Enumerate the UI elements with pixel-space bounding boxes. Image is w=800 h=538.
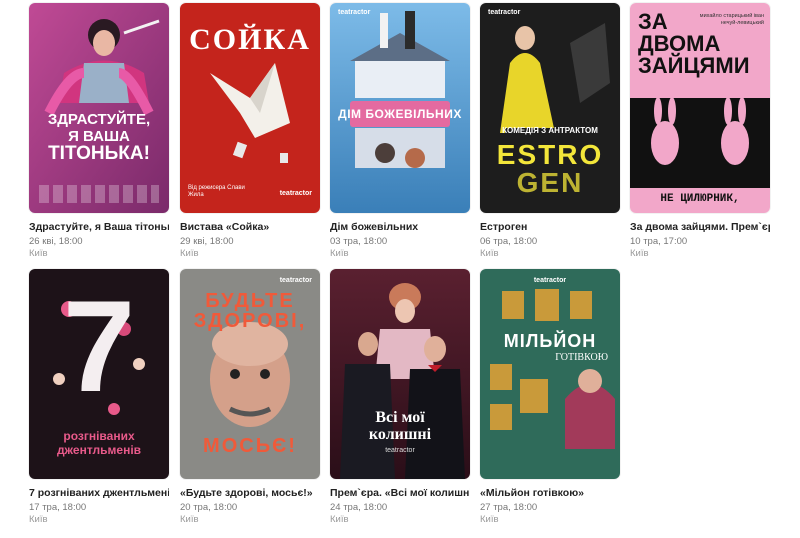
event-title[interactable]: «Мільйон готівкою» [480, 487, 620, 500]
poster-title-line: ЗАЙЦЯМИ [638, 53, 750, 78]
events-grid: ЗДРАСТУЙТЕ, Я ВАША ТІТОНЬКА! Здрастуйте,… [0, 0, 800, 538]
event-city: Київ [330, 514, 349, 525]
event-card[interactable]: teatractor МІЛЬЙОН ГОТІВКОЮ «Мільйон гот… [480, 269, 620, 526]
poster-brand: teatractor [338, 9, 371, 16]
event-city: Київ [180, 514, 199, 525]
event-date: 29 кві, 18:00 [180, 236, 234, 247]
event-date: 27 тра, 18:00 [480, 502, 538, 513]
poster-brand: teatractor [385, 447, 415, 454]
event-card[interactable]: Всі мої колишні teatractor Прем`єра. «Вс… [330, 269, 470, 526]
event-city: Київ [630, 248, 649, 259]
event-poster[interactable]: teatractor БУДЬТЕ ЗДОРОВІ, МОСЬЄ! [180, 269, 320, 479]
event-title[interactable]: Прем`єра. «Всі мої колишні» [330, 487, 470, 500]
event-title[interactable]: 7 розгніваних джентльменів [29, 487, 169, 500]
poster-footer: НЕ ЦИЛЮРНИК, [660, 193, 740, 205]
event-title[interactable]: Дім божевільних [330, 221, 470, 234]
poster-title-line: GEN [516, 167, 584, 198]
poster-authors: михайло старицький іван нечуй-левицький [699, 13, 764, 26]
event-city: Київ [330, 248, 349, 259]
event-poster[interactable]: Всі мої колишні teatractor [330, 269, 470, 479]
poster-title-line: БУДЬТЕ [205, 290, 295, 312]
poster-title-line: ТІТОНЬКА! [48, 143, 150, 164]
poster-brand: teatractor [279, 190, 312, 197]
event-title[interactable]: Здрастуйте, я Ваша тітонька! [29, 221, 169, 234]
event-date: 26 кві, 18:00 [29, 236, 83, 247]
poster-image [29, 3, 169, 213]
poster-image [480, 269, 620, 479]
poster-title-line: Всі мої [375, 409, 425, 426]
poster-title-line: ЗДОРОВІ, [193, 310, 307, 332]
event-title[interactable]: Вистава «Сойка» [180, 221, 320, 234]
poster-title-line: ДВОМА [638, 31, 721, 56]
event-title[interactable]: За двома зайцями. Прем`єра [630, 221, 770, 234]
poster-title-line: розгніваних [63, 429, 135, 443]
event-date: 06 тра, 18:00 [480, 236, 538, 247]
poster-title-line: МІЛЬЙОН [503, 331, 597, 351]
poster-number: 7 [62, 273, 136, 419]
poster-brand: teatractor [279, 277, 312, 284]
event-date: 20 тра, 18:00 [180, 502, 238, 513]
event-date: 17 тра, 18:00 [29, 502, 87, 513]
event-card[interactable]: teatractor БУДЬТЕ ЗДОРОВІ, МОСЬЄ! «Будьт… [180, 269, 320, 526]
poster-brand: teatractor [533, 277, 567, 284]
poster-title-line: джентльменів [56, 443, 142, 457]
event-card[interactable]: ЗДРАСТУЙТЕ, Я ВАША ТІТОНЬКА! Здрастуйте,… [29, 3, 169, 260]
poster-title-line: ESTRO [496, 139, 604, 170]
event-card[interactable]: 7 розгніваних джентльменів 7 розгніваних… [29, 269, 169, 526]
poster-title: ДІМ БОЖЕВІЛЬНИХ [338, 107, 462, 121]
poster-title-line: ЗДРАСТУЙТЕ, [47, 111, 151, 128]
poster-director: Від режисера Слави Жила [188, 185, 245, 198]
poster-title-line: ГОТІВКОЮ [555, 352, 608, 363]
poster-title-line: колишні [368, 426, 432, 443]
event-poster[interactable]: 7 розгніваних джентльменів [29, 269, 169, 479]
event-city: Київ [29, 514, 48, 525]
event-date: 24 тра, 18:00 [330, 502, 388, 513]
event-poster[interactable]: ЗДРАСТУЙТЕ, Я ВАША ТІТОНЬКА! [29, 3, 169, 213]
event-poster[interactable]: teatractor ДІМ БОЖЕВІЛЬНИХ [330, 3, 470, 213]
event-poster[interactable]: teatractor МІЛЬЙОН ГОТІВКОЮ [480, 269, 620, 479]
event-city: Київ [29, 248, 48, 259]
event-poster[interactable]: ЗА ДВОМА ЗАЙЦЯМИ михайло старицький іван… [630, 3, 770, 213]
event-city: Київ [480, 514, 499, 525]
event-title[interactable]: Естроген [480, 221, 620, 234]
event-title[interactable]: «Будьте здорові, мосьє!» [180, 487, 320, 500]
poster-title-line: МОСЬЄ! [203, 435, 297, 457]
event-poster[interactable]: СОЙКА Від режисера Слави Жила teatractor [180, 3, 320, 213]
event-city: Київ [480, 248, 499, 259]
event-poster[interactable]: teatractor КОМЕДІЯ З АНТРАКТОМ ESTRO GEN [480, 3, 620, 213]
event-date: 10 тра, 17:00 [630, 236, 688, 247]
event-card[interactable]: СОЙКА Від режисера Слави Жила teatractor… [180, 3, 320, 260]
event-card[interactable]: teatractor ДІМ БОЖЕВІЛЬНИХ Дім божевільн… [330, 3, 470, 260]
poster-credits [39, 185, 159, 203]
event-city: Київ [180, 248, 199, 259]
event-date: 03 тра, 18:00 [330, 236, 388, 247]
poster-subtitle: КОМЕДІЯ З АНТРАКТОМ [502, 126, 598, 135]
event-card[interactable]: teatractor КОМЕДІЯ З АНТРАКТОМ ESTRO GEN… [480, 3, 620, 260]
poster-brand: teatractor [488, 9, 521, 16]
poster-title: СОЙКА [189, 23, 311, 56]
event-card[interactable]: ЗА ДВОМА ЗАЙЦЯМИ михайло старицький іван… [630, 3, 770, 260]
